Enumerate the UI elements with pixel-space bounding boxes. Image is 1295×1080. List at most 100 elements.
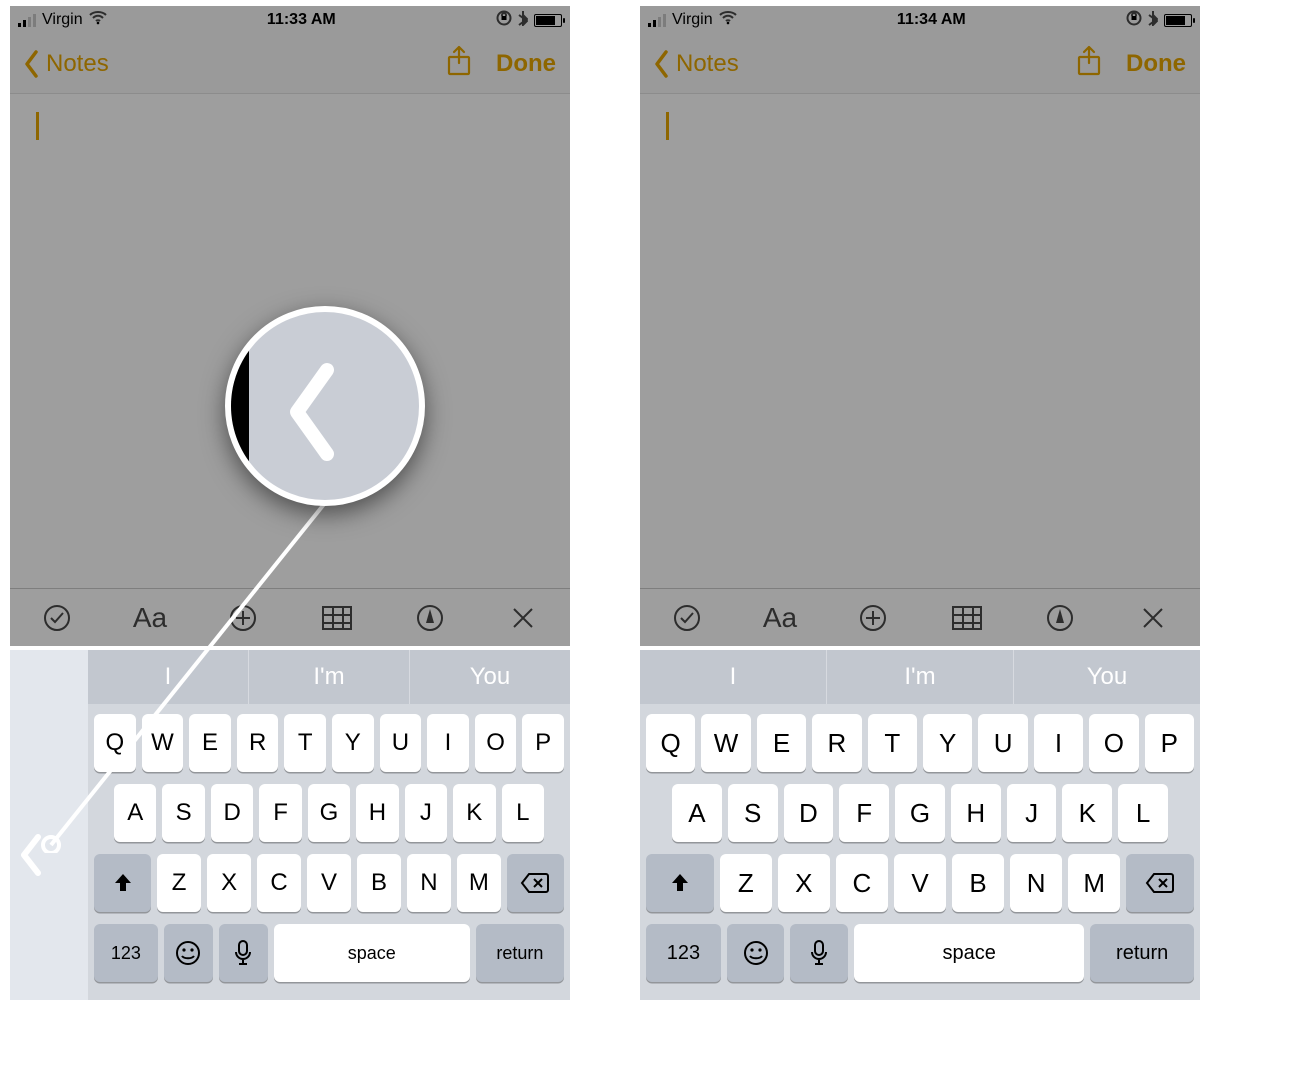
key-k[interactable]: K (1062, 784, 1112, 842)
key-t[interactable]: T (284, 714, 326, 772)
key-v[interactable]: V (894, 854, 946, 912)
shift-key[interactable] (94, 854, 151, 912)
space-key[interactable]: space (854, 924, 1084, 982)
undock-handle-icon[interactable] (18, 833, 46, 882)
chevron-left-icon (24, 50, 40, 78)
close-icon[interactable] (503, 598, 543, 638)
shift-key[interactable] (646, 854, 714, 912)
checklist-icon[interactable] (37, 598, 77, 638)
suggestion-3[interactable]: You (1014, 650, 1200, 704)
return-key[interactable]: return (1090, 924, 1194, 982)
signal-icon (648, 13, 666, 27)
key-f[interactable]: F (839, 784, 889, 842)
add-attachment-icon[interactable] (853, 598, 893, 638)
key-a[interactable]: A (114, 784, 156, 842)
suggestion-2[interactable]: I'm (827, 650, 1014, 704)
table-icon[interactable] (947, 598, 987, 638)
key-n[interactable]: N (1010, 854, 1062, 912)
emoji-key[interactable] (727, 924, 785, 982)
key-f[interactable]: F (259, 784, 301, 842)
key-g[interactable]: G (308, 784, 350, 842)
suggestion-1[interactable]: I (640, 650, 827, 704)
numbers-key[interactable]: 123 (94, 924, 158, 982)
key-n[interactable]: N (407, 854, 451, 912)
close-icon[interactable] (1133, 598, 1173, 638)
key-c[interactable]: C (836, 854, 888, 912)
key-r[interactable]: R (812, 714, 861, 772)
key-s[interactable]: S (162, 784, 204, 842)
key-z[interactable]: Z (720, 854, 772, 912)
key-k[interactable]: K (453, 784, 495, 842)
key-s[interactable]: S (728, 784, 778, 842)
key-x[interactable]: X (207, 854, 251, 912)
table-icon[interactable] (317, 598, 357, 638)
done-button[interactable]: Done (496, 50, 556, 78)
key-j[interactable]: J (405, 784, 447, 842)
key-z[interactable]: Z (157, 854, 201, 912)
mic-icon (233, 939, 253, 967)
key-l[interactable]: L (1118, 784, 1168, 842)
note-body[interactable] (640, 94, 1200, 588)
numbers-key[interactable]: 123 (646, 924, 721, 982)
key-o[interactable]: O (1089, 714, 1138, 772)
back-button[interactable]: Notes (654, 50, 739, 78)
add-attachment-icon[interactable] (223, 598, 263, 638)
key-u[interactable]: U (380, 714, 422, 772)
key-r[interactable]: R (237, 714, 279, 772)
key-i[interactable]: I (1034, 714, 1083, 772)
key-t[interactable]: T (868, 714, 917, 772)
phone-left: Virgin 11:33 AM Notes (10, 6, 570, 1000)
key-p[interactable]: P (522, 714, 564, 772)
sketch-icon[interactable] (1040, 598, 1080, 638)
key-i[interactable]: I (427, 714, 469, 772)
key-b[interactable]: B (952, 854, 1004, 912)
key-v[interactable]: V (307, 854, 351, 912)
key-l[interactable]: L (502, 784, 544, 842)
chevron-left-icon (654, 50, 670, 78)
backspace-key[interactable] (1126, 854, 1194, 912)
text-style-button[interactable]: Aa (130, 598, 170, 638)
key-a[interactable]: A (672, 784, 722, 842)
key-w[interactable]: W (142, 714, 184, 772)
key-q[interactable]: Q (646, 714, 695, 772)
suggestion-row: I I'm You (88, 650, 570, 704)
key-o[interactable]: O (475, 714, 517, 772)
sketch-icon[interactable] (410, 598, 450, 638)
key-j[interactable]: J (1007, 784, 1057, 842)
backspace-key[interactable] (507, 854, 564, 912)
text-style-button[interactable]: Aa (760, 598, 800, 638)
dictation-key[interactable] (219, 924, 268, 982)
done-button[interactable]: Done (1126, 50, 1186, 78)
key-m[interactable]: M (457, 854, 501, 912)
emoji-key[interactable] (164, 924, 213, 982)
dictation-key[interactable] (790, 924, 848, 982)
share-icon[interactable] (446, 45, 472, 82)
keyboard: I I'm You Q W E R T Y U I (640, 650, 1200, 1000)
space-key[interactable]: space (274, 924, 470, 982)
keyboard-dock-gutter[interactable] (10, 650, 88, 1000)
key-y[interactable]: Y (332, 714, 374, 772)
share-icon[interactable] (1076, 45, 1102, 82)
key-u[interactable]: U (978, 714, 1027, 772)
back-button[interactable]: Notes (24, 50, 109, 78)
suggestion-3[interactable]: You (410, 650, 570, 704)
suggestion-2[interactable]: I'm (249, 650, 410, 704)
key-g[interactable]: G (895, 784, 945, 842)
key-q[interactable]: Q (94, 714, 136, 772)
key-x[interactable]: X (778, 854, 830, 912)
key-h[interactable]: H (951, 784, 1001, 842)
key-m[interactable]: M (1068, 854, 1120, 912)
key-b[interactable]: B (357, 854, 401, 912)
checklist-icon[interactable] (667, 598, 707, 638)
key-h[interactable]: H (356, 784, 398, 842)
key-d[interactable]: D (784, 784, 834, 842)
key-e[interactable]: E (757, 714, 806, 772)
key-w[interactable]: W (701, 714, 750, 772)
suggestion-1[interactable]: I (88, 650, 249, 704)
key-e[interactable]: E (189, 714, 231, 772)
return-key[interactable]: return (476, 924, 564, 982)
key-y[interactable]: Y (923, 714, 972, 772)
key-c[interactable]: C (257, 854, 301, 912)
key-p[interactable]: P (1145, 714, 1194, 772)
key-d[interactable]: D (211, 784, 253, 842)
